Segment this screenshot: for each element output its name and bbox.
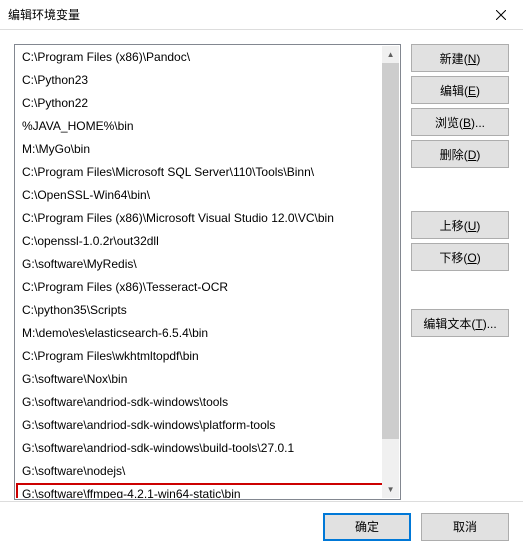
list-item[interactable]: C:\OpenSSL-Win64\bin\ xyxy=(16,184,399,207)
edit-button[interactable]: 编辑(E) xyxy=(411,76,509,104)
list-item[interactable]: %JAVA_HOME%\bin xyxy=(16,115,399,138)
list-item[interactable]: G:\software\nodejs\ xyxy=(16,460,399,483)
scroll-down-button[interactable]: ▼ xyxy=(382,481,399,498)
path-listbox[interactable]: C:\Program Files (x86)\Pandoc\C:\Python2… xyxy=(14,44,401,500)
list-item[interactable]: G:\software\MyRedis\ xyxy=(16,253,399,276)
list-item[interactable]: C:\Program Files\wkhtmltopdf\bin xyxy=(16,345,399,368)
scroll-thumb[interactable] xyxy=(382,63,399,439)
list-item[interactable]: C:\Program Files (x86)\Microsoft Visual … xyxy=(16,207,399,230)
list-item[interactable]: C:\Program Files (x86)\Pandoc\ xyxy=(16,46,399,69)
new-button[interactable]: 新建(N) xyxy=(411,44,509,72)
move-down-button[interactable]: 下移(O) xyxy=(411,243,509,271)
list-item[interactable]: C:\openssl-1.0.2r\out32dll xyxy=(16,230,399,253)
list-item[interactable]: G:\software\andriod-sdk-windows\tools xyxy=(16,391,399,414)
list-item[interactable]: C:\Program Files (x86)\Tesseract-OCR xyxy=(16,276,399,299)
list-item[interactable]: M:\demo\es\elasticsearch-6.5.4\bin xyxy=(16,322,399,345)
delete-button[interactable]: 删除(D) xyxy=(411,140,509,168)
list-item[interactable]: C:\Program Files\Microsoft SQL Server\11… xyxy=(16,161,399,184)
move-up-button[interactable]: 上移(U) xyxy=(411,211,509,239)
window-title: 编辑环境变量 xyxy=(8,6,478,23)
footer: 确定 取消 xyxy=(0,501,523,551)
browse-button[interactable]: 浏览(B)... xyxy=(411,108,509,136)
list-item[interactable]: G:\software\andriod-sdk-windows\build-to… xyxy=(16,437,399,460)
content-area: C:\Program Files (x86)\Pandoc\C:\Python2… xyxy=(0,30,523,500)
list-item[interactable]: C:\Python23 xyxy=(16,69,399,92)
scroll-track[interactable] xyxy=(382,63,399,481)
scroll-up-button[interactable]: ▲ xyxy=(382,46,399,63)
list-item[interactable]: G:\software\andriod-sdk-windows\platform… xyxy=(16,414,399,437)
list-item[interactable]: C:\python35\Scripts xyxy=(16,299,399,322)
cancel-button[interactable]: 取消 xyxy=(421,513,509,541)
edit-text-button[interactable]: 编辑文本(T)... xyxy=(411,309,509,337)
scrollbar[interactable]: ▲ ▼ xyxy=(382,46,399,498)
buttons-column: 新建(N) 编辑(E) 浏览(B)... 删除(D) 上移(U) 下移(O) 编… xyxy=(411,44,509,500)
close-icon xyxy=(496,10,506,20)
list-item[interactable]: G:\software\ffmpeg-4.2.1-win64-static\bi… xyxy=(16,483,399,498)
spacer xyxy=(411,172,509,207)
titlebar: 编辑环境变量 xyxy=(0,0,523,30)
ok-button[interactable]: 确定 xyxy=(323,513,411,541)
list-item[interactable]: C:\Python22 xyxy=(16,92,399,115)
list-inner: C:\Program Files (x86)\Pandoc\C:\Python2… xyxy=(16,46,399,498)
close-button[interactable] xyxy=(478,0,523,30)
list-item[interactable]: M:\MyGo\bin xyxy=(16,138,399,161)
list-item[interactable]: G:\software\Nox\bin xyxy=(16,368,399,391)
spacer xyxy=(411,275,509,305)
